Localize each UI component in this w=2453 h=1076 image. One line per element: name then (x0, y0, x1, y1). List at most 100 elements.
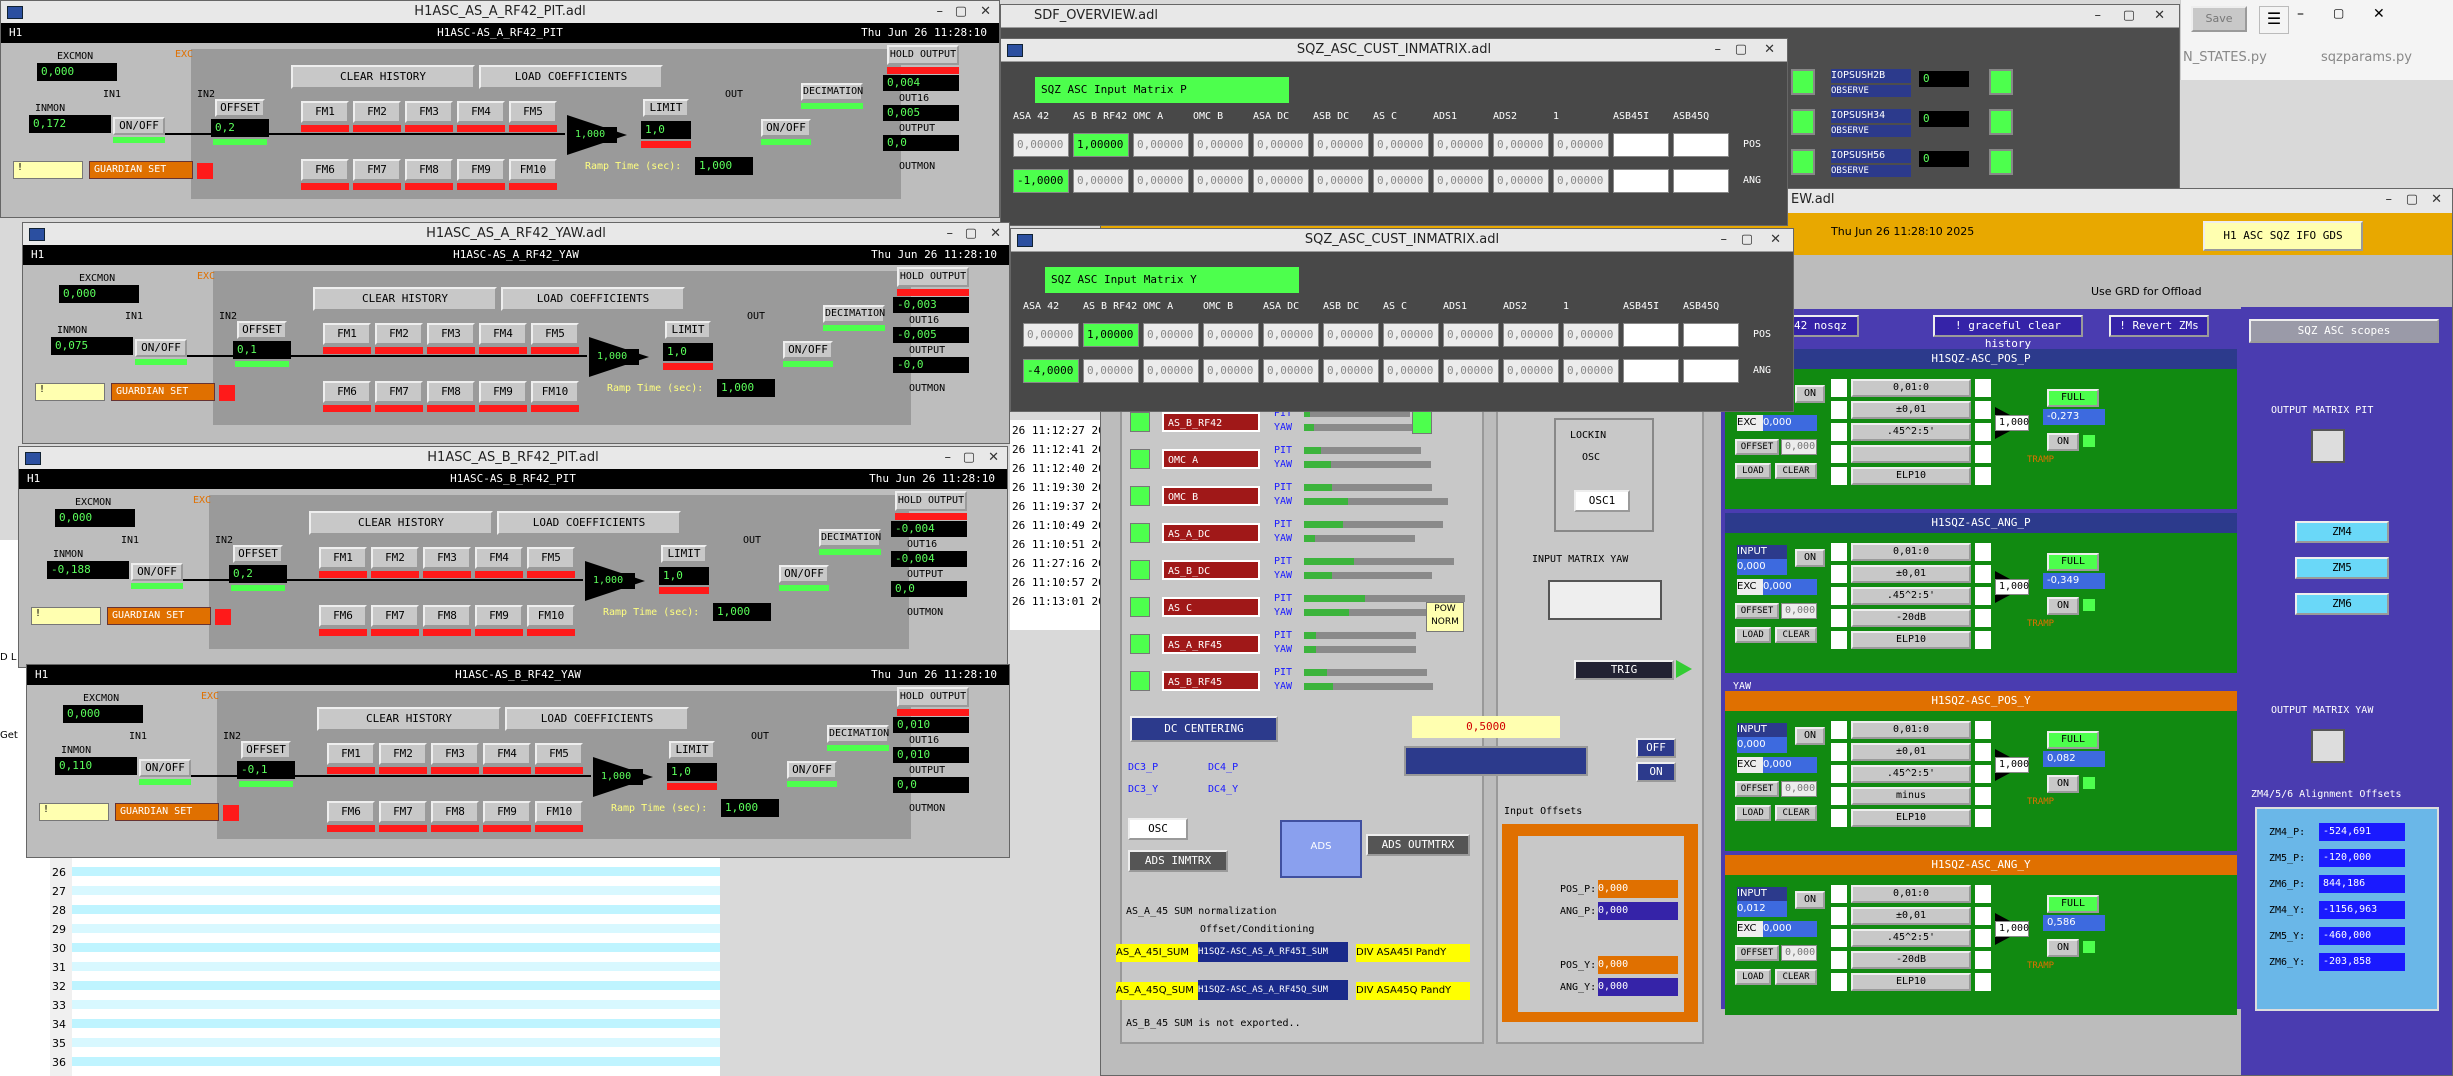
onoff-in-button[interactable]: ON/OFF (135, 339, 187, 357)
fm-button[interactable]: -20dB (1851, 609, 1971, 627)
fm9-button[interactable]: FM9 (479, 381, 527, 403)
align-value[interactable]: -1156,963 (2319, 901, 2405, 919)
matrix-cell[interactable]: 0,00000 (1433, 169, 1489, 193)
fm2-button[interactable]: FM2 (353, 101, 401, 123)
fm1-button[interactable]: FM1 (323, 323, 371, 345)
fm8-button[interactable]: FM8 (427, 381, 475, 403)
fm10-button[interactable]: FM10 (535, 801, 583, 823)
fm3-button[interactable]: FM3 (427, 323, 475, 345)
clear-history-button[interactable]: CLEAR HISTORY (313, 287, 497, 311)
offset-button[interactable]: OFFSET (233, 545, 283, 563)
matrix-cell[interactable]: 0,00000 (1023, 323, 1079, 347)
guardian-set-button[interactable]: GUARDIAN SET (115, 803, 219, 821)
guardian-set-button[interactable]: GUARDIAN SET (111, 383, 215, 401)
hamburger-icon[interactable]: ☰ (2259, 6, 2289, 34)
limit-value[interactable]: 1,0 (659, 567, 709, 585)
matrix-cell[interactable]: 0,00000 (1323, 359, 1379, 383)
clear-history-button[interactable]: CLEAR HISTORY (291, 65, 475, 89)
matrix-cell[interactable]: 0,00000 (1203, 359, 1259, 383)
maximize-icon[interactable]: ▢ (963, 447, 975, 469)
zm-button[interactable]: ZM6 (2295, 593, 2389, 615)
gain-value[interactable]: 1,000 (589, 573, 635, 589)
sensor-button[interactable]: AS_A_RF45 (1162, 634, 1260, 654)
fm9-button[interactable]: FM9 (475, 605, 523, 627)
fm-button[interactable]: 0,01:0 (1851, 721, 1971, 739)
align-value[interactable]: -460,000 (2319, 927, 2405, 945)
ads-outmtrx-button[interactable]: ADS OUTMTRX (1366, 834, 1470, 856)
asc-scopes-button[interactable]: SQZ ASC scopes (2249, 319, 2439, 343)
hold-output-button[interactable]: HOLD OUTPUT (887, 45, 959, 65)
fm-button[interactable]: .45^2:5' (1851, 587, 1971, 605)
onoff-in-button[interactable]: ON/OFF (113, 117, 165, 135)
fm-button[interactable] (1851, 445, 1971, 463)
fm7-button[interactable]: FM7 (375, 381, 423, 403)
matrix-cell[interactable]: 0,00000 (1143, 359, 1199, 383)
load-coefficients-button[interactable]: LOAD COEFFICIENTS (497, 511, 681, 535)
iopsush-label[interactable]: IOPSUSH2B (1831, 69, 1911, 83)
pos-y-value[interactable]: 0,000 (1598, 956, 1678, 974)
matrix-cell[interactable]: 0,00000 (1013, 133, 1069, 157)
zm-button[interactable]: ZM4 (2295, 521, 2389, 543)
close-icon[interactable]: ✕ (2373, 6, 2385, 22)
fm4-button[interactable]: FM4 (475, 547, 523, 569)
fm5-button[interactable]: FM5 (509, 101, 557, 123)
hold-output-button[interactable]: HOLD OUTPUT (897, 267, 969, 287)
bank-in-on-button[interactable]: ON (1795, 727, 1825, 745)
matrix-cell[interactable]: 0,00000 (1133, 133, 1189, 157)
bank-offset-value[interactable]: 0,000 (1781, 945, 1817, 961)
bank-in-on-button[interactable]: ON (1795, 385, 1825, 403)
revert-zms-button[interactable]: ! Revert ZMs (2109, 315, 2209, 337)
matrix-cell[interactable]: 0,00000 (1563, 359, 1619, 383)
fm6-button[interactable]: FM6 (327, 801, 375, 823)
fm5-button[interactable]: FM5 (527, 547, 575, 569)
minimize-icon[interactable]: – (947, 223, 954, 245)
fm8-button[interactable]: FM8 (431, 801, 479, 823)
fm1-button[interactable]: FM1 (301, 101, 349, 123)
bank-clear-button[interactable]: CLEAR (1775, 463, 1817, 479)
matrix-cell[interactable]: 0,00000 (1493, 133, 1549, 157)
sensor-button[interactable]: AS_B_DC (1162, 560, 1260, 580)
maximize-icon[interactable]: ▢ (2333, 6, 2344, 20)
gain-value[interactable]: 1,000 (593, 349, 639, 365)
iopsush-label[interactable]: IOPSUSH56 (1831, 149, 1911, 163)
bank-in-on-button[interactable]: ON (1795, 549, 1825, 567)
fm3-button[interactable]: FM3 (405, 101, 453, 123)
fm5-button[interactable]: FM5 (531, 323, 579, 345)
matrix-cell[interactable]: 0,00000 (1553, 169, 1609, 193)
input-matrix-yaw-icon[interactable] (1548, 580, 1662, 620)
graceful-clear-button[interactable]: ! graceful clear history (1933, 315, 2083, 350)
sensor-button[interactable]: AS_A_DC (1162, 523, 1260, 543)
bank-exc-value[interactable]: 0,000 (1763, 415, 1817, 431)
matrix-cell[interactable]: 1,00000 (1073, 133, 1129, 157)
bank-gain-value[interactable]: 1,000 (1995, 757, 2029, 773)
pos-p-value[interactable]: 0,000 (1598, 880, 1678, 898)
bank-offset-button[interactable]: OFFSET (1735, 781, 1779, 797)
on-button[interactable]: ON (1636, 762, 1676, 782)
fm1-button[interactable]: FM1 (319, 547, 367, 569)
bank-offset-button[interactable]: OFFSET (1735, 945, 1779, 961)
matrix-cell[interactable] (1623, 359, 1679, 383)
ifo-gds-button[interactable]: H1 ASC SQZ IFO GDS (2203, 221, 2363, 251)
decimation-button[interactable]: DECIMATION (801, 83, 863, 101)
fm-button[interactable]: ±0,01 (1851, 565, 1971, 583)
fm9-button[interactable]: FM9 (483, 801, 531, 823)
onoff-out-button[interactable]: ON/OFF (787, 761, 837, 779)
matrix-cell[interactable]: 0,00000 (1373, 169, 1429, 193)
fm6-button[interactable]: FM6 (301, 159, 349, 181)
load-coefficients-button[interactable]: LOAD COEFFICIENTS (505, 707, 689, 731)
matrix-cell[interactable]: -1,0000 (1013, 169, 1069, 193)
align-value[interactable]: 844,186 (2319, 875, 2405, 893)
fm7-button[interactable]: FM7 (353, 159, 401, 181)
matrix-cell[interactable]: 0,00000 (1493, 169, 1549, 193)
close-icon[interactable]: ✕ (988, 447, 999, 469)
bang-button[interactable]: ! (35, 383, 105, 401)
bank-full-button[interactable]: FULL (2047, 553, 2099, 571)
minimize-icon[interactable]: – (937, 1, 944, 23)
bank-out-on-button[interactable]: ON (2047, 433, 2079, 451)
limit-value[interactable]: 1,0 (667, 763, 717, 781)
matrix-cell[interactable]: 0,00000 (1553, 133, 1609, 157)
load-coefficients-button[interactable]: LOAD COEFFICIENTS (501, 287, 685, 311)
onoff-in-button[interactable]: ON/OFF (131, 563, 183, 581)
tab-sqzparams[interactable]: sqzparams.py (2321, 50, 2441, 65)
matrix-cell[interactable]: 0,00000 (1253, 169, 1309, 193)
